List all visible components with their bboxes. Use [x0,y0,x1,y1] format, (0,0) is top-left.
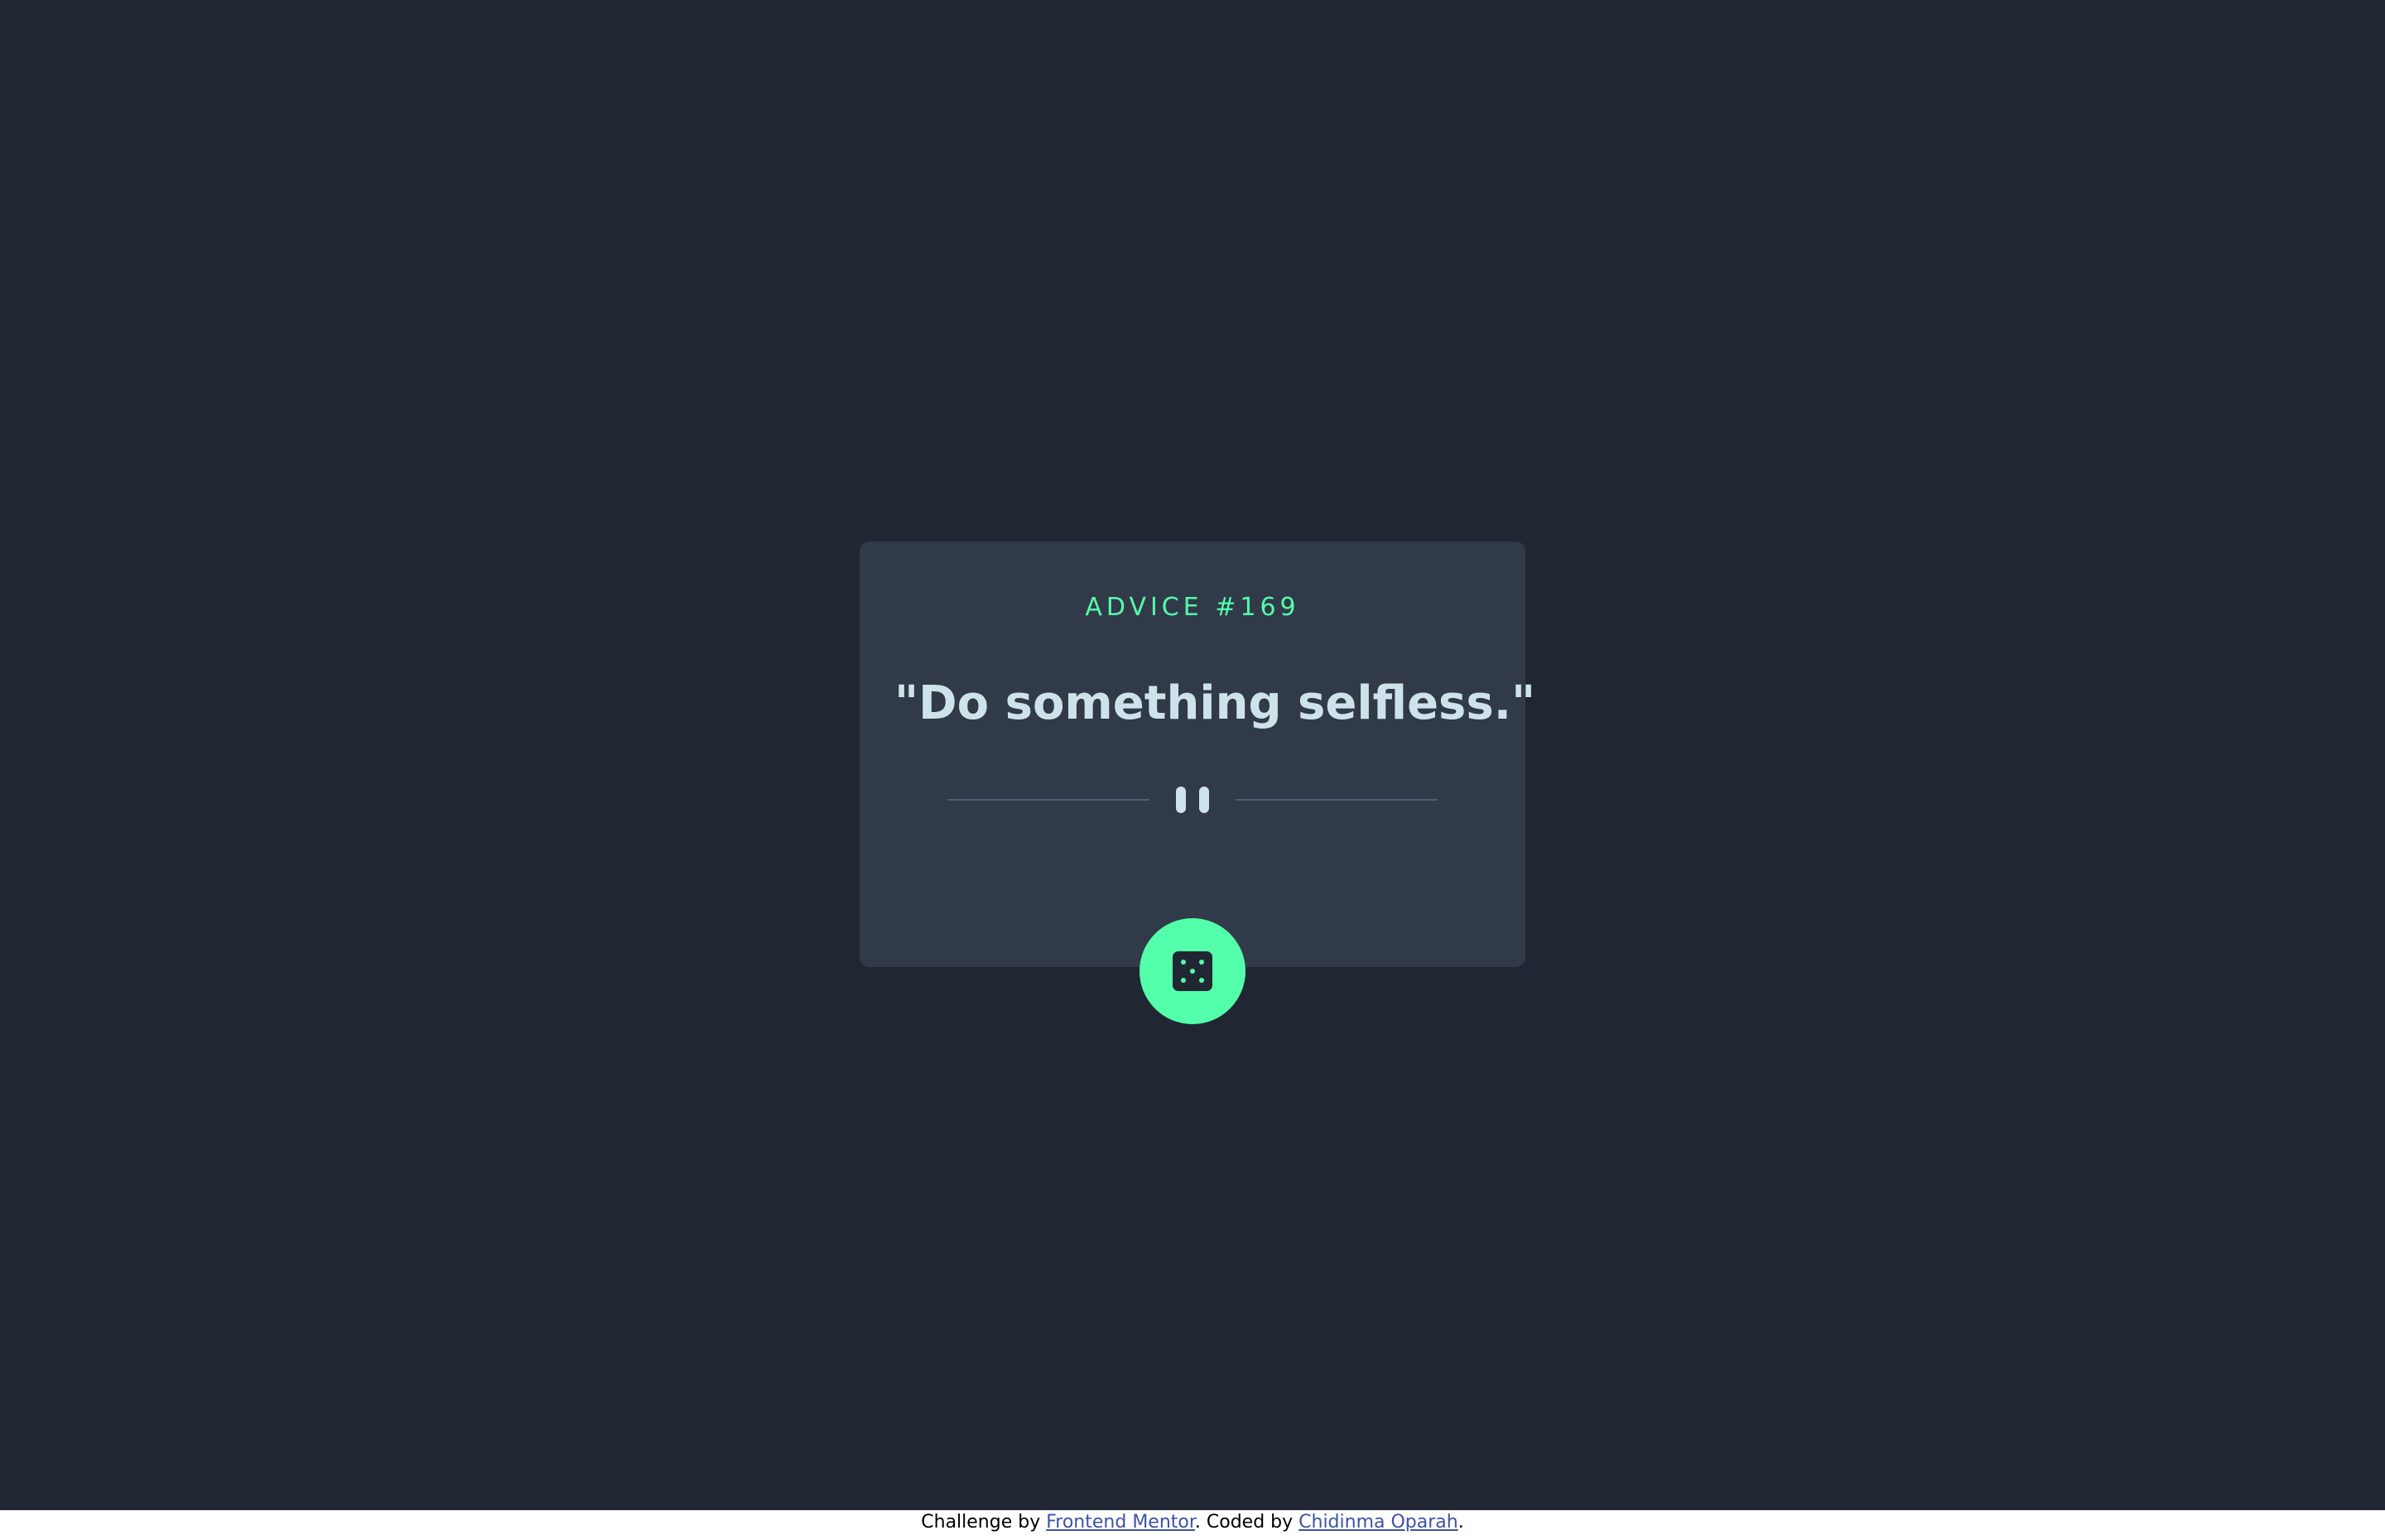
divider-line-right [1236,799,1438,801]
attribution-prefix: Challenge by [921,1512,1047,1533]
advice-quote-text: "Do something selfless." [894,676,1536,730]
frontend-mentor-link[interactable]: Frontend Mentor [1046,1512,1195,1533]
dice-icon [1173,951,1212,991]
attribution-middle: . Coded by [1194,1512,1299,1533]
pattern-divider [947,787,1438,813]
divider-line-left [947,799,1149,801]
attribution-footer: Challenge by Frontend Mentor. Coded by C… [0,1510,2385,1540]
page-background: ADVICE #169 "Do something selfless." [0,0,2385,1510]
author-link[interactable]: Chidinma Oparah [1298,1512,1458,1533]
attribution-suffix: . [1458,1512,1464,1533]
generate-advice-button[interactable] [1140,918,1246,1024]
pause-icon [1176,787,1209,813]
advice-id-label: ADVICE #169 [1085,593,1300,622]
